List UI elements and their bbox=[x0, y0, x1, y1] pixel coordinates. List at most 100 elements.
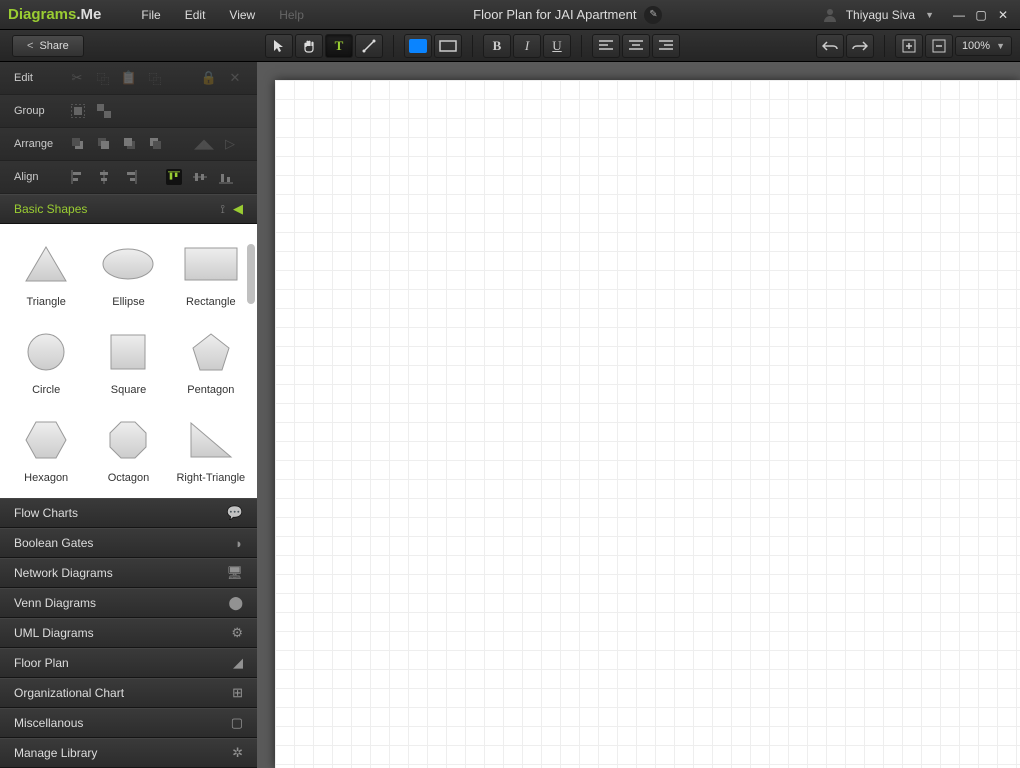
pin-icon[interactable]: ⟟ bbox=[221, 202, 225, 217]
bring-front-icon[interactable] bbox=[70, 136, 86, 152]
category-row[interactable]: Organizational Chart⊞ bbox=[0, 678, 257, 708]
send-backward-icon[interactable] bbox=[122, 136, 138, 152]
category-label: Venn Diagrams bbox=[14, 596, 228, 610]
share-button[interactable]: < Share bbox=[12, 35, 84, 57]
accordion-label: Basic Shapes bbox=[14, 202, 221, 216]
document-title: Floor Plan for JAI Apartment bbox=[473, 7, 636, 22]
category-icon: ⊞ bbox=[232, 685, 243, 701]
shape-pentagon[interactable]: Pentagon bbox=[173, 330, 249, 412]
bring-forward-icon[interactable] bbox=[96, 136, 112, 152]
italic-button[interactable]: I bbox=[513, 34, 541, 58]
stroke-style[interactable] bbox=[434, 34, 462, 58]
shape-preview bbox=[19, 242, 73, 286]
category-row[interactable]: Venn Diagrams⬤ bbox=[0, 588, 257, 618]
user-icon bbox=[822, 7, 838, 23]
align-middle-icon[interactable] bbox=[192, 169, 208, 185]
align-left-icon[interactable] bbox=[70, 169, 86, 185]
text-tool[interactable]: T bbox=[325, 34, 353, 58]
category-row[interactable]: Network Diagrams🖥 bbox=[0, 558, 257, 588]
main-area: Edit ✂ ⿻ 📋 ⿻ 🔒 ✕ Group bbox=[0, 62, 1020, 768]
shape-preview bbox=[184, 330, 238, 374]
app-logo: Diagrams.Me bbox=[8, 6, 101, 23]
category-label: Organizational Chart bbox=[14, 686, 232, 700]
sidebar: Edit ✂ ⿻ 📋 ⿻ 🔒 ✕ Group bbox=[0, 62, 257, 768]
menu-help[interactable]: Help bbox=[269, 4, 314, 26]
category-label: UML Diagrams bbox=[14, 626, 231, 640]
shape-square[interactable]: Square bbox=[90, 330, 166, 412]
category-row[interactable]: UML Diagrams⚙ bbox=[0, 618, 257, 648]
canvas[interactable] bbox=[275, 80, 1020, 768]
edit-title-icon[interactable]: ✎ bbox=[644, 6, 662, 24]
align-panel-label: Align bbox=[14, 171, 70, 183]
align-center-icon[interactable] bbox=[96, 169, 112, 185]
fill-color[interactable] bbox=[404, 34, 432, 58]
shape-octagon[interactable]: Octagon bbox=[90, 418, 166, 498]
shape-label: Square bbox=[111, 384, 146, 396]
shape-label: Ellipse bbox=[112, 296, 144, 308]
arrange-panel: Arrange ◢◣ ▷ bbox=[0, 128, 257, 161]
edit-panel: Edit ✂ ⿻ 📋 ⿻ 🔒 ✕ bbox=[0, 62, 257, 95]
user-menu[interactable]: Thiyagu Siva ▼ bbox=[822, 7, 934, 23]
shape-label: Octagon bbox=[108, 472, 150, 484]
shape-preview bbox=[184, 418, 238, 462]
align-right-button[interactable] bbox=[652, 34, 680, 58]
edit-panel-label: Edit bbox=[14, 72, 69, 84]
undo-button[interactable] bbox=[816, 34, 844, 58]
category-label: Network Diagrams bbox=[14, 566, 226, 580]
copy-icon: ⿻ bbox=[95, 70, 111, 86]
shape-label: Pentagon bbox=[187, 384, 234, 396]
user-name: Thiyagu Siva bbox=[846, 8, 915, 22]
bold-button[interactable]: B bbox=[483, 34, 511, 58]
group-panel-label: Group bbox=[14, 105, 70, 117]
shape-label: Right-Triangle bbox=[176, 472, 245, 484]
tool-buttons: T B I U bbox=[257, 34, 1020, 58]
category-row[interactable]: Flow Charts💬 bbox=[0, 498, 257, 528]
category-row[interactable]: Floor Plan◢ bbox=[0, 648, 257, 678]
hand-tool[interactable] bbox=[295, 34, 323, 58]
menu-edit[interactable]: Edit bbox=[175, 4, 216, 26]
align-center-button[interactable] bbox=[622, 34, 650, 58]
delete-icon: ✕ bbox=[227, 70, 243, 86]
align-right-icon[interactable] bbox=[122, 169, 138, 185]
separator bbox=[581, 35, 582, 57]
maximize-button[interactable]: ▢ bbox=[972, 8, 990, 22]
minimize-button[interactable]: — bbox=[950, 8, 968, 22]
main-menu: File Edit View Help bbox=[131, 4, 314, 26]
category-row[interactable]: Boolean Gates◗ bbox=[0, 528, 257, 558]
send-back-icon[interactable] bbox=[148, 136, 164, 152]
ungroup-icon[interactable] bbox=[96, 103, 112, 119]
shape-ellipse[interactable]: Ellipse bbox=[90, 242, 166, 324]
underline-button[interactable]: U bbox=[543, 34, 571, 58]
category-icon: ✲ bbox=[232, 745, 243, 761]
group-icon[interactable] bbox=[70, 103, 86, 119]
close-button[interactable]: ✕ bbox=[994, 8, 1012, 22]
category-icon: ◢ bbox=[233, 655, 243, 671]
align-left-button[interactable] bbox=[592, 34, 620, 58]
shape-label: Hexagon bbox=[24, 472, 68, 484]
menu-file[interactable]: File bbox=[131, 4, 170, 26]
category-row[interactable]: Manage Library✲ bbox=[0, 738, 257, 768]
shape-rectangle[interactable]: Rectangle bbox=[173, 242, 249, 324]
shape-hexagon[interactable]: Hexagon bbox=[8, 418, 84, 498]
zoom-select[interactable]: 100% ▼ bbox=[955, 36, 1012, 56]
document-title-wrap: Floor Plan for JAI Apartment ✎ bbox=[314, 6, 822, 24]
category-label: Boolean Gates bbox=[14, 536, 235, 550]
align-bottom-icon[interactable] bbox=[218, 169, 234, 185]
paste-icon: 📋 bbox=[121, 70, 137, 86]
align-top-icon[interactable] bbox=[166, 169, 182, 185]
redo-button[interactable] bbox=[846, 34, 874, 58]
shape-label: Triangle bbox=[26, 296, 65, 308]
align-panel: Align bbox=[0, 161, 257, 194]
pointer-tool[interactable] bbox=[265, 34, 293, 58]
zoom-out-button[interactable] bbox=[925, 34, 953, 58]
shape-rtriangle[interactable]: Right-Triangle bbox=[173, 418, 249, 498]
shape-triangle[interactable]: Triangle bbox=[8, 242, 84, 324]
accordion-basic-shapes[interactable]: Basic Shapes ⟟ ◀ bbox=[0, 194, 257, 224]
menu-view[interactable]: View bbox=[219, 4, 265, 26]
scrollbar-thumb[interactable] bbox=[247, 244, 255, 304]
category-row[interactable]: Miscellanous▢ bbox=[0, 708, 257, 738]
zoom-in-button[interactable] bbox=[895, 34, 923, 58]
arrange-panel-label: Arrange bbox=[14, 138, 70, 150]
connector-tool[interactable] bbox=[355, 34, 383, 58]
shape-circle[interactable]: Circle bbox=[8, 330, 84, 412]
